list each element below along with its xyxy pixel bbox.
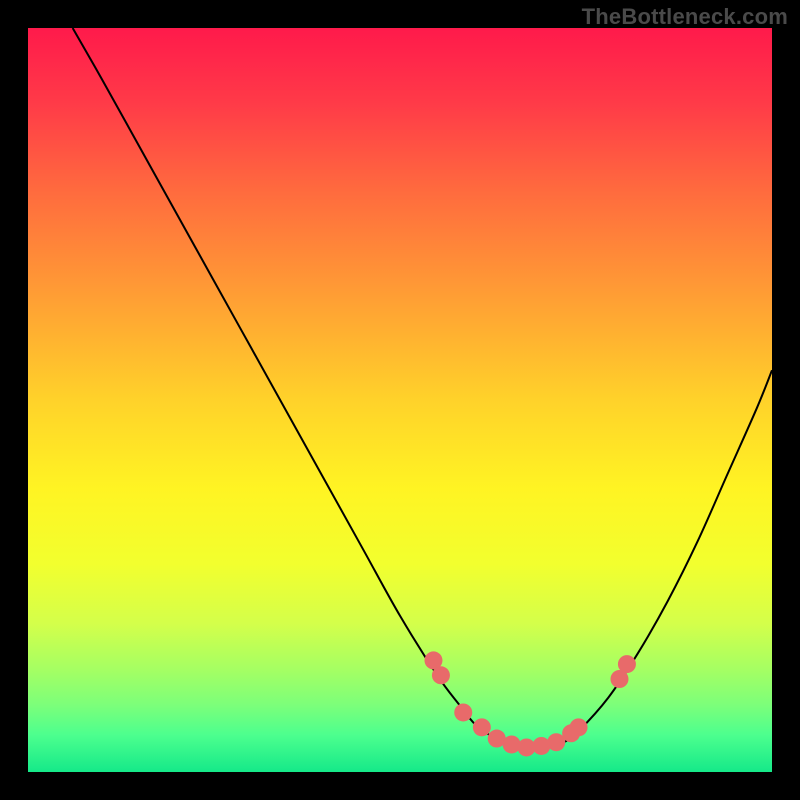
data-marker [473, 718, 491, 736]
data-marker [454, 703, 472, 721]
watermark-text: TheBottleneck.com [582, 4, 788, 30]
plot-area [28, 28, 772, 772]
gradient-background [28, 28, 772, 772]
data-marker [618, 655, 636, 673]
data-marker [570, 718, 588, 736]
data-marker [432, 666, 450, 684]
chart-frame: TheBottleneck.com [0, 0, 800, 800]
data-marker [503, 735, 521, 753]
bottleneck-curve-chart [28, 28, 772, 772]
